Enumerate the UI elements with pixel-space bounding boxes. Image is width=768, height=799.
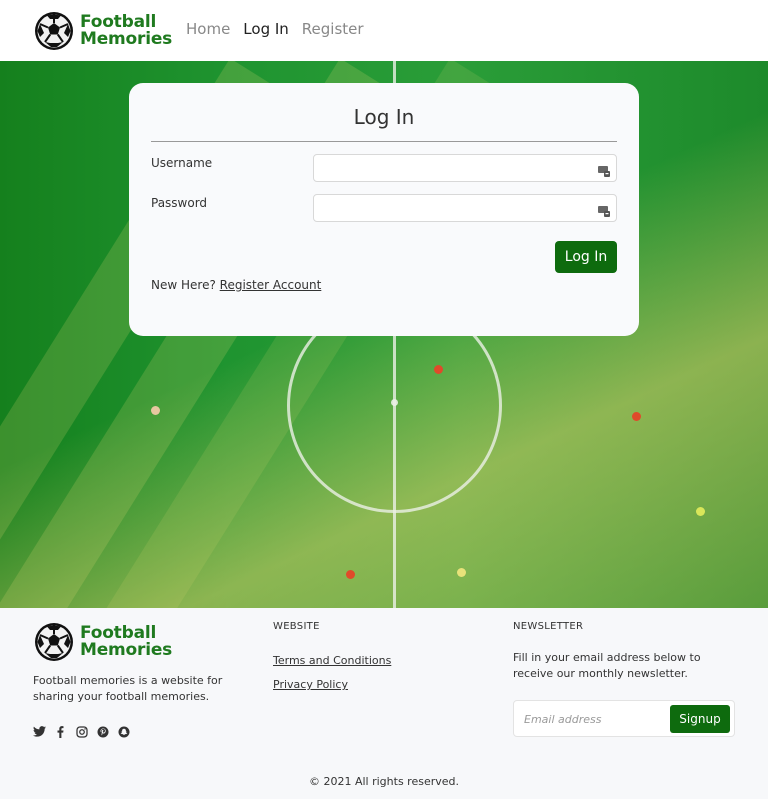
- username-input[interactable]: [313, 154, 617, 182]
- register-account-link[interactable]: Register Account: [220, 278, 322, 292]
- signup-button[interactable]: Signup: [670, 705, 730, 733]
- footer-about-text: Football memories is a website for shari…: [33, 674, 223, 703]
- brand-line-2: Memories: [80, 29, 173, 49]
- nav-login[interactable]: Log In: [243, 20, 289, 38]
- terms-link[interactable]: Terms and Conditions: [273, 654, 391, 667]
- username-label: Username: [151, 156, 213, 170]
- keyboard-icon: [598, 202, 610, 217]
- twitter-icon[interactable]: [33, 725, 46, 738]
- player: [457, 568, 466, 577]
- nav-home[interactable]: Home: [186, 20, 230, 38]
- footer-logo[interactable]: Football Memories: [34, 622, 172, 662]
- nav-register[interactable]: Register: [302, 20, 364, 38]
- brand-line-2: Memories: [80, 640, 173, 660]
- password-input[interactable]: [313, 194, 617, 222]
- copyright-text: © 2021 All rights reserved.: [308, 775, 460, 788]
- center-spot: [391, 399, 398, 406]
- login-title: Log In: [353, 105, 415, 129]
- login-card: Log In Username Password Log In New Here…: [129, 83, 639, 336]
- newsletter-column-title: NEWSLETTER: [513, 621, 584, 632]
- new-here-label: New Here?: [151, 278, 216, 292]
- website-column-title: WEBSITE: [273, 621, 320, 632]
- newsletter-form: Signup: [513, 700, 735, 737]
- privacy-link[interactable]: Privacy Policy: [273, 678, 348, 691]
- title-divider: [151, 141, 617, 142]
- player: [696, 507, 705, 516]
- player: [151, 406, 160, 415]
- player: [632, 412, 641, 421]
- football-icon: [34, 622, 74, 662]
- site-logo[interactable]: Football Memories: [34, 11, 172, 51]
- instagram-icon[interactable]: [75, 725, 88, 738]
- brand-wordmark: Football Memories: [80, 14, 172, 48]
- snapchat-icon[interactable]: [117, 725, 130, 738]
- keyboard-icon: [598, 162, 610, 177]
- player: [346, 570, 355, 579]
- social-links: [33, 725, 130, 738]
- player: [434, 365, 443, 374]
- main-nav: Home Log In Register: [186, 20, 364, 38]
- facebook-icon[interactable]: [54, 725, 67, 738]
- newsletter-text: Fill in your email address below to rece…: [513, 651, 701, 680]
- brand-wordmark: Football Memories: [80, 625, 172, 659]
- login-button[interactable]: Log In: [555, 241, 617, 273]
- password-label: Password: [151, 196, 208, 210]
- new-here-text: New Here? Register Account: [151, 278, 321, 292]
- email-input[interactable]: [524, 709, 664, 729]
- football-icon: [34, 11, 74, 51]
- site-header: Football Memories Home Log In Register: [0, 0, 768, 61]
- pinterest-icon[interactable]: [96, 725, 109, 738]
